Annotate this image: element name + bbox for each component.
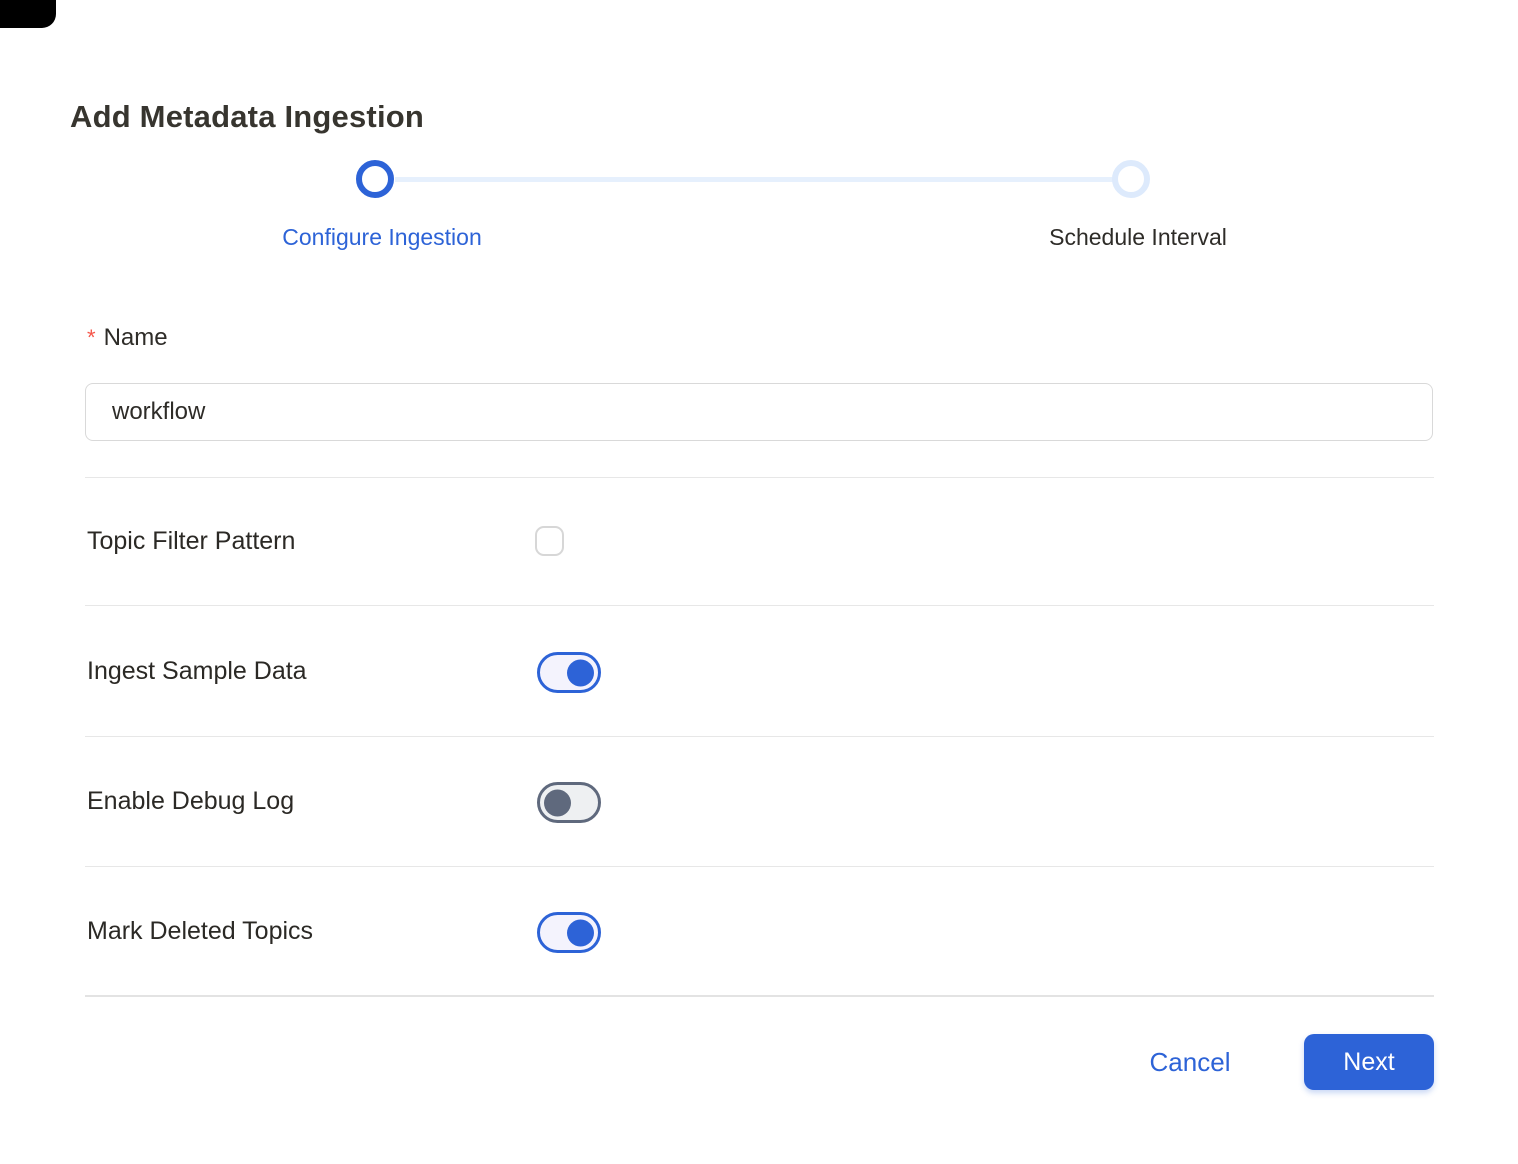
enable-debug-log-toggle[interactable]: [537, 782, 601, 823]
ingest-sample-data-toggle[interactable]: [537, 652, 601, 693]
page-title: Add Metadata Ingestion: [70, 99, 424, 135]
divider: [85, 605, 1434, 606]
divider: [85, 995, 1434, 997]
step-label-configure-ingestion[interactable]: Configure Ingestion: [282, 224, 481, 251]
divider: [85, 866, 1434, 867]
mark-deleted-topics-toggle[interactable]: [537, 912, 601, 953]
topic-filter-pattern-checkbox[interactable]: [535, 526, 564, 556]
next-button[interactable]: Next: [1304, 1034, 1434, 1090]
toggle-knob: [544, 789, 571, 816]
enable-debug-log-label: Enable Debug Log: [87, 787, 294, 816]
stepper-connector-line: [395, 177, 1113, 182]
mark-deleted-topics-label: Mark Deleted Topics: [87, 917, 313, 946]
step-indicator-schedule-interval[interactable]: [1112, 160, 1150, 198]
step-label-schedule-interval: Schedule Interval: [1049, 224, 1227, 251]
ingest-sample-data-label: Ingest Sample Data: [87, 657, 307, 686]
add-metadata-ingestion-form: Add Metadata Ingestion Configure Ingesti…: [0, 0, 1518, 1164]
window-corner-overlay: [0, 0, 56, 28]
required-asterisk: *: [87, 325, 96, 350]
name-field-label: * Name: [87, 324, 168, 352]
toggle-knob: [567, 919, 594, 946]
toggle-knob: [567, 659, 594, 686]
name-field-label-text: Name: [104, 324, 168, 351]
name-input[interactable]: [85, 383, 1433, 441]
topic-filter-pattern-label: Topic Filter Pattern: [87, 527, 295, 556]
divider: [85, 736, 1434, 737]
step-indicator-configure-ingestion[interactable]: [356, 160, 394, 198]
cancel-button[interactable]: Cancel: [1150, 1047, 1231, 1078]
divider: [85, 477, 1434, 478]
